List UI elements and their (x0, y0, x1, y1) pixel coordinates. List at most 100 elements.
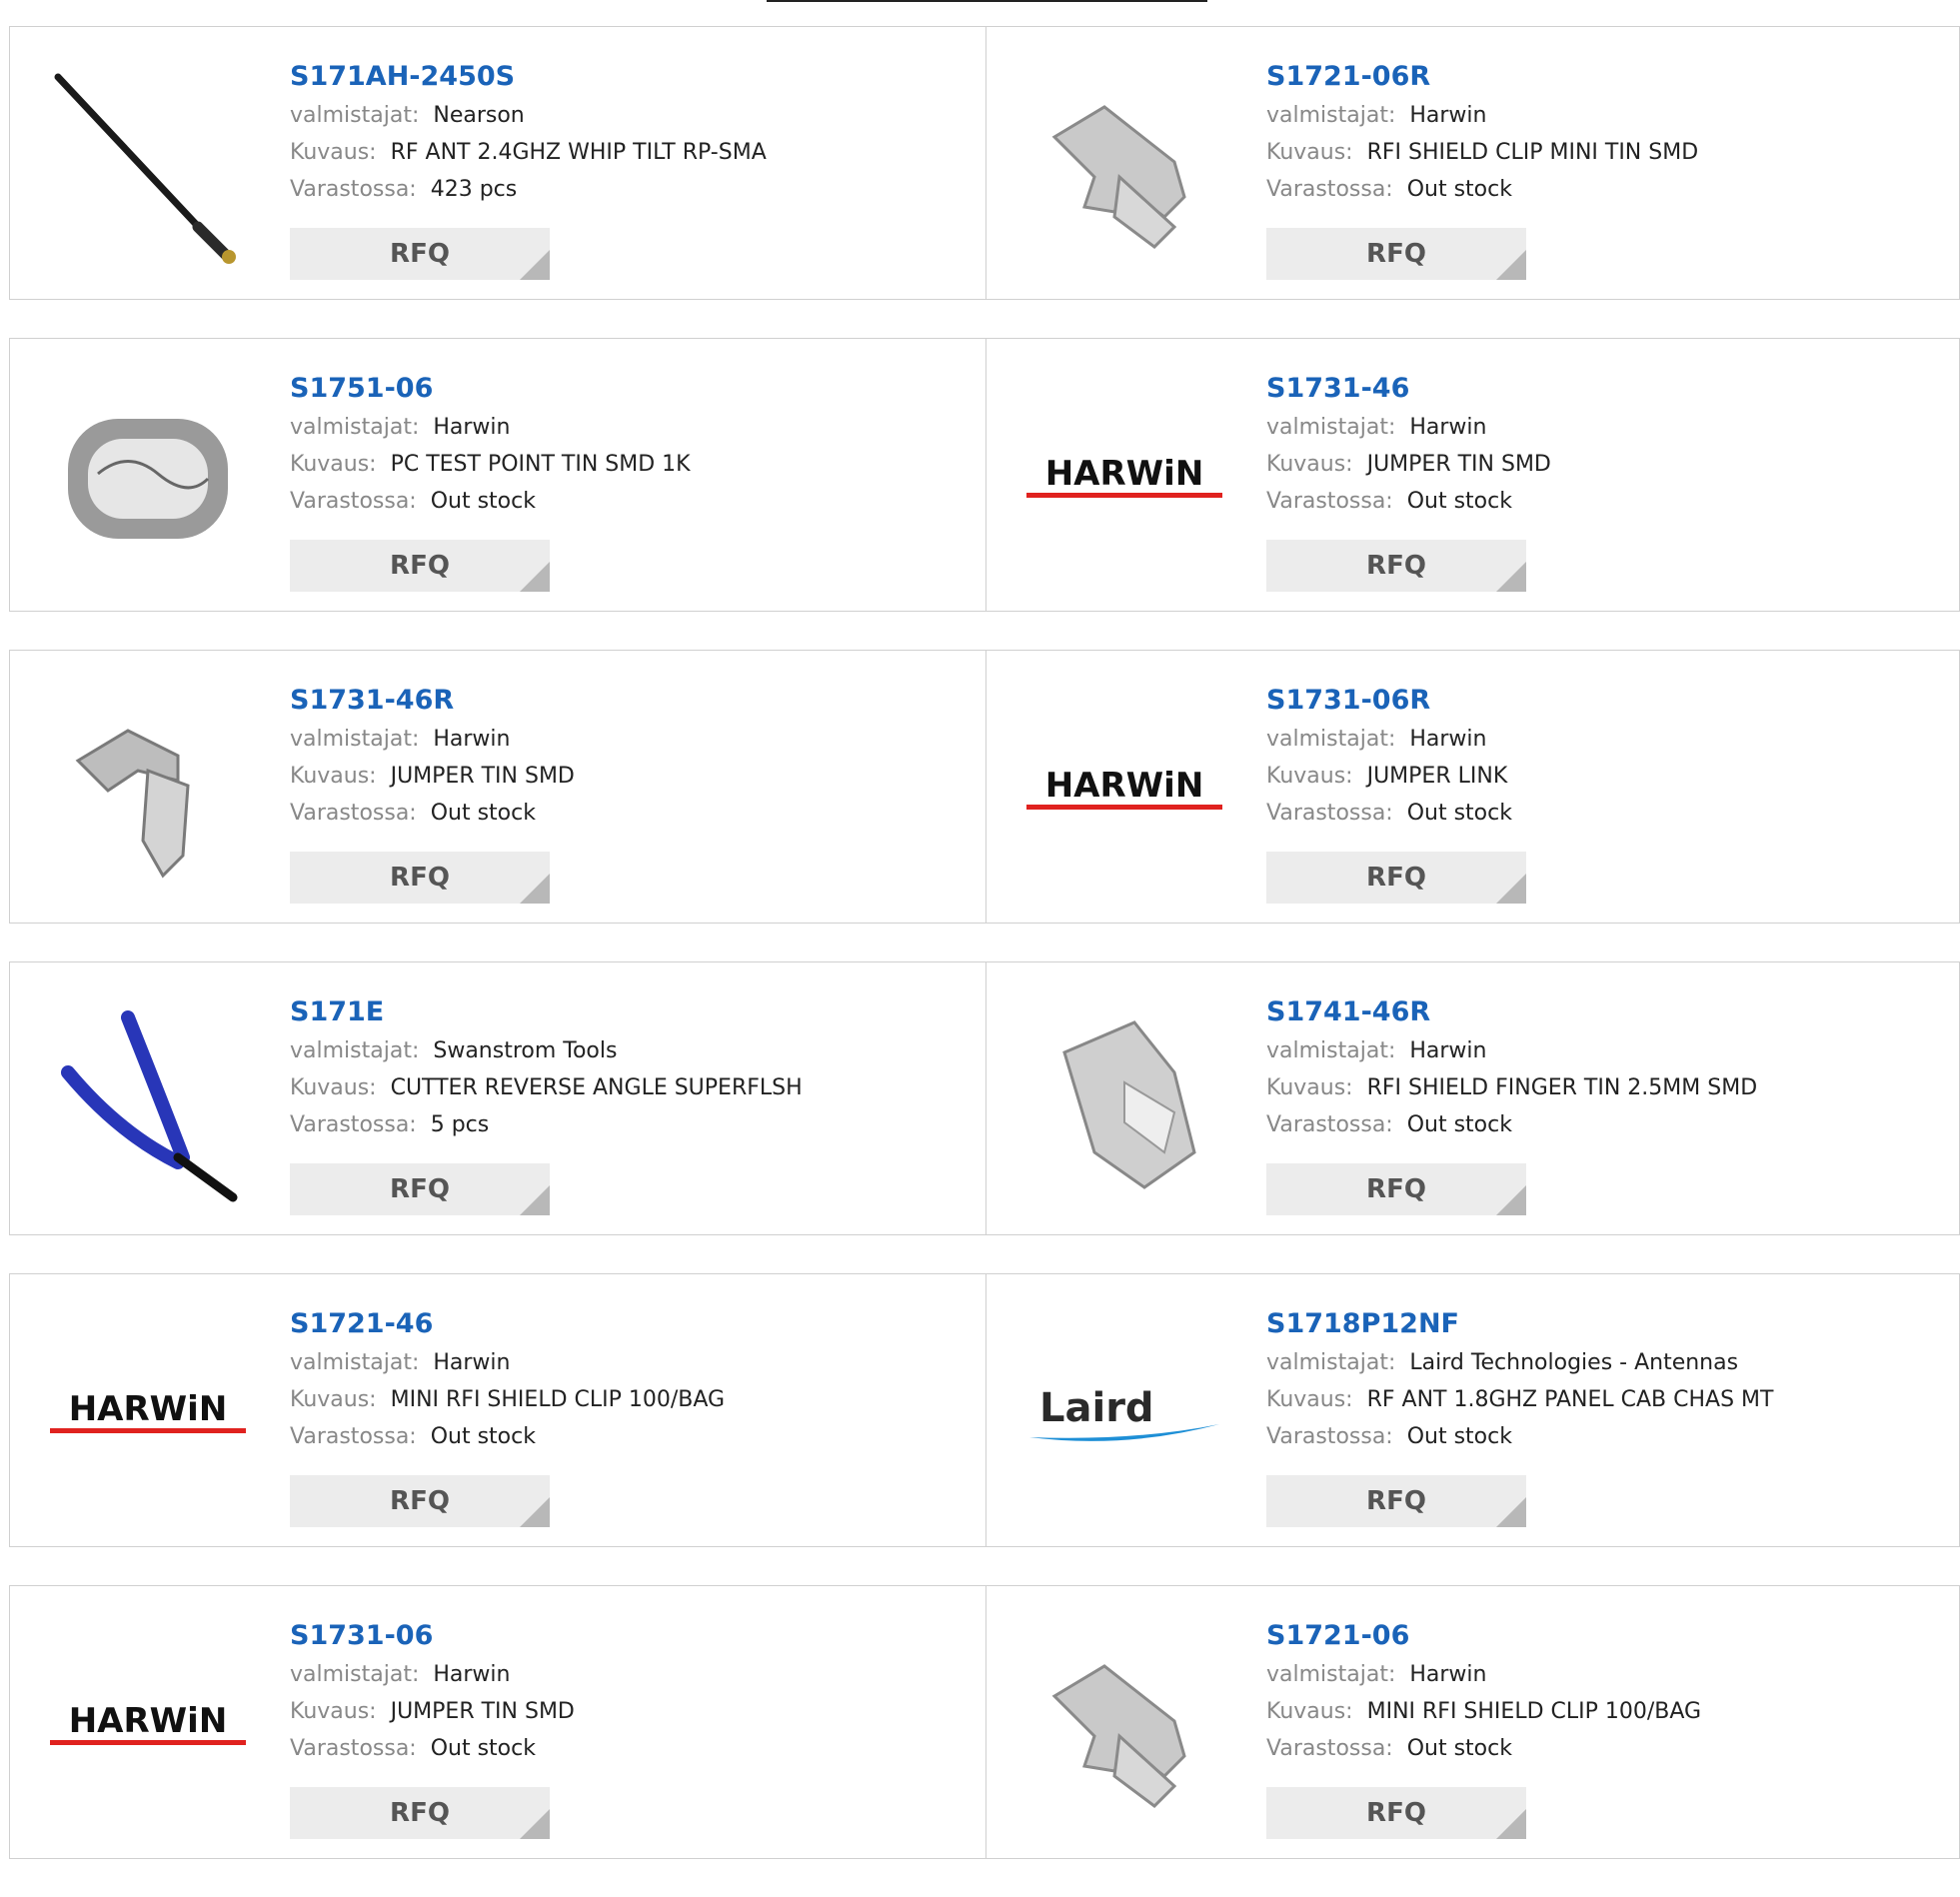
rfq-button[interactable]: RFQ (290, 228, 550, 280)
harwin-logo-text: HARWiN (69, 1389, 228, 1429)
stock-label: Varastossa: (290, 1112, 417, 1137)
manufacturer-row: valmistajat: Harwin (1266, 409, 1551, 446)
description-value: RFI SHIELD CLIP MINI TIN SMD (1366, 140, 1699, 165)
description-value: RF ANT 2.4GHZ WHIP TILT RP-SMA (390, 140, 767, 165)
description-row: Kuvaus: RF ANT 1.8GHZ PANEL CAB CHAS MT (1266, 1381, 1773, 1418)
product-grid: S171AH-2450S valmistajat: Nearson Kuvaus: RF… (9, 26, 1960, 1897)
part-number-link[interactable]: S1718P12NF (1266, 1304, 1773, 1344)
part-number-link[interactable]: S1721-06 (1266, 1616, 1701, 1656)
corner-triangle-icon (520, 1185, 550, 1215)
manufacturer-label: valmistajat: (290, 1038, 420, 1063)
description-value: JUMPER TIN SMD (390, 1699, 575, 1724)
rfq-button[interactable]: RFQ (1266, 852, 1526, 904)
stock-row: Varastossa: Out stock (290, 795, 575, 832)
part-number-link[interactable]: S1721-46 (290, 1304, 725, 1344)
harwin-logo[interactable]: HARWiN (1024, 379, 1224, 579)
rfq-label: RFQ (390, 1486, 450, 1516)
rfq-button[interactable]: RFQ (1266, 228, 1526, 280)
stock-label: Varastossa: (1266, 801, 1393, 826)
rfq-button[interactable]: RFQ (1266, 1475, 1526, 1527)
part-number-link[interactable]: S1731-06R (1266, 681, 1512, 721)
harwin-logo[interactable]: HARWiN (48, 1314, 248, 1514)
manufacturer-value: Harwin (433, 1350, 511, 1375)
manufacturer-row: valmistajat: Harwin (1266, 97, 1698, 134)
part-number-link[interactable]: S1731-06 (290, 1616, 575, 1656)
product-card: S171E valmistajat: Swanstrom Tools Kuvaus: C… (9, 961, 986, 1235)
cutter-icon[interactable] (48, 1002, 248, 1202)
rfq-label: RFQ (390, 551, 450, 581)
laird-logo[interactable]: Laird (1024, 1314, 1224, 1514)
corner-triangle-icon (520, 1497, 550, 1527)
stock-row: Varastossa: 423 pcs (290, 171, 767, 208)
description-value: MINI RFI SHIELD CLIP 100/BAG (390, 1387, 726, 1412)
description-label: Kuvaus: (1266, 1387, 1353, 1412)
description-row: Kuvaus: MINI RFI SHIELD CLIP 100/BAG (1266, 1693, 1701, 1730)
description-value: JUMPER TIN SMD (390, 764, 575, 789)
description-label: Kuvaus: (290, 452, 377, 477)
stock-row: Varastossa: Out stock (1266, 795, 1512, 832)
antenna-icon[interactable] (48, 67, 248, 267)
harwin-logo[interactable]: HARWiN (1024, 691, 1224, 891)
jumper-icon[interactable] (48, 691, 248, 891)
product-card: S1721-06R valmistajat: Harwin Kuvaus: RFI SH… (986, 26, 1960, 300)
corner-triangle-icon (1496, 1809, 1526, 1839)
product-card: HARWiN S1731-06R valmistajat: Harwin Kuvaus:… (986, 650, 1960, 924)
part-number-link[interactable]: S1741-46R (1266, 992, 1757, 1032)
stock-label: Varastossa: (1266, 1424, 1393, 1449)
part-number-link[interactable]: S1721-06R (1266, 57, 1698, 97)
description-value: RF ANT 1.8GHZ PANEL CAB CHAS MT (1366, 1387, 1774, 1412)
product-card: S1721-06 valmistajat: Harwin Kuvaus: MINI RF… (986, 1585, 1960, 1859)
manufacturer-label: valmistajat: (290, 103, 420, 128)
part-number-link[interactable]: S1751-06 (290, 369, 691, 409)
rfq-button[interactable]: RFQ (290, 1787, 550, 1839)
description-row: Kuvaus: MINI RFI SHIELD CLIP 100/BAG (290, 1381, 725, 1418)
test-point-icon[interactable] (48, 379, 248, 579)
part-number-link[interactable]: S1731-46R (290, 681, 575, 721)
rfq-button[interactable]: RFQ (290, 852, 550, 904)
stock-row: Varastossa: Out stock (1266, 1730, 1701, 1767)
harwin-logo[interactable]: HARWiN (48, 1626, 248, 1826)
stock-value: Out stock (1406, 1736, 1512, 1761)
product-info: S171AH-2450S valmistajat: Nearson Kuvaus: RF… (290, 57, 767, 208)
description-row: Kuvaus: PC TEST POINT TIN SMD 1K (290, 446, 691, 483)
rfq-label: RFQ (1366, 551, 1426, 581)
part-number-link[interactable]: S171E (290, 992, 803, 1032)
description-value: PC TEST POINT TIN SMD 1K (390, 452, 691, 477)
stock-row: Varastossa: Out stock (290, 1730, 575, 1767)
stock-label: Varastossa: (1266, 489, 1393, 514)
stock-row: Varastossa: Out stock (1266, 1418, 1773, 1455)
description-row: Kuvaus: JUMPER TIN SMD (290, 1693, 575, 1730)
shield-clip-icon[interactable] (1024, 67, 1224, 267)
corner-triangle-icon (520, 250, 550, 280)
rfq-button[interactable]: RFQ (290, 540, 550, 592)
stock-row: Varastossa: Out stock (1266, 171, 1698, 208)
rfq-button[interactable]: RFQ (1266, 1163, 1526, 1215)
rfq-button[interactable]: RFQ (1266, 540, 1526, 592)
shield-finger-icon[interactable] (1024, 1002, 1224, 1202)
manufacturer-value: Laird Technologies - Antennas (1409, 1350, 1739, 1375)
description-label: Kuvaus: (290, 140, 377, 165)
part-number-link[interactable]: S1731-46 (1266, 369, 1551, 409)
description-row: Kuvaus: RFI SHIELD CLIP MINI TIN SMD (1266, 134, 1698, 171)
part-number-link[interactable]: S171AH-2450S (290, 57, 767, 97)
corner-triangle-icon (520, 1809, 550, 1839)
stock-value: Out stock (1406, 177, 1512, 202)
stock-label: Varastossa: (290, 177, 417, 202)
stock-value: 5 pcs (430, 1112, 490, 1137)
rfq-button[interactable]: RFQ (1266, 1787, 1526, 1839)
manufacturer-value: Nearson (433, 103, 525, 128)
rfq-button[interactable]: RFQ (290, 1163, 550, 1215)
description-value: CUTTER REVERSE ANGLE SUPERFLSH (390, 1075, 803, 1100)
stock-label: Varastossa: (290, 489, 417, 514)
manufacturer-label: valmistajat: (290, 727, 420, 752)
rfq-label: RFQ (390, 1798, 450, 1828)
corner-triangle-icon (1496, 1497, 1526, 1527)
product-card: S1741-46R valmistajat: Harwin Kuvaus: RFI SH… (986, 961, 1960, 1235)
shield-clip-icon[interactable] (1024, 1626, 1224, 1826)
manufacturer-value: Harwin (433, 727, 511, 752)
manufacturer-row: valmistajat: Laird Technologies - Antenna… (1266, 1344, 1773, 1381)
rfq-button[interactable]: RFQ (290, 1475, 550, 1527)
manufacturer-row: valmistajat: Harwin (290, 1656, 575, 1693)
stock-label: Varastossa: (290, 801, 417, 826)
manufacturer-label: valmistajat: (290, 1350, 420, 1375)
